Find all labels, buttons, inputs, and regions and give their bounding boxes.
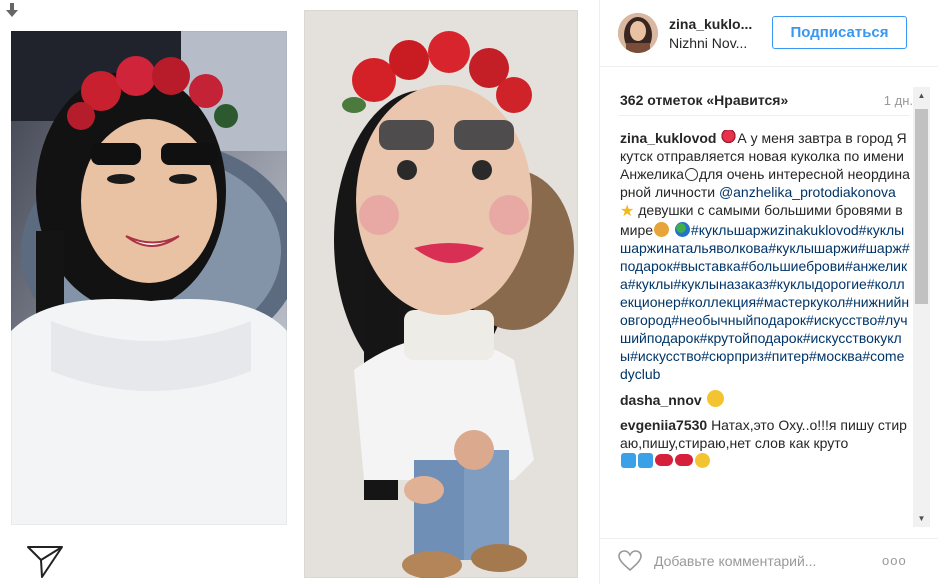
comment-item: dasha_nnov (620, 390, 910, 409)
crying-emoji-icon (638, 453, 653, 468)
comments-list: zina_kuklovod А у меня завтра в город Як… (620, 129, 910, 525)
grin-emoji-icon (695, 453, 710, 468)
scroll-up-icon[interactable]: ▲ (913, 87, 930, 104)
follow-button[interactable]: Подписаться (772, 16, 907, 49)
post-footer: ооо (600, 538, 938, 584)
add-comment-input[interactable] (654, 551, 854, 571)
heart-icon[interactable] (618, 550, 642, 572)
comment-username[interactable]: evgeniia7530 (620, 417, 707, 433)
crying-emoji-icon (621, 453, 636, 468)
divider (618, 115, 910, 116)
likes-count[interactable]: 362 отметок «Нравится» (620, 92, 788, 108)
comment-item: evgeniia7530 Натах,это Оху..о!!!я пишу с… (620, 416, 910, 470)
caption-comment: zina_kuklovod А у меня завтра в город Як… (620, 129, 910, 383)
post-location[interactable]: Nizhni Nov... (669, 35, 747, 51)
smile-emoji-icon (684, 168, 698, 181)
post-header: zina_kuklo... Nizhni Nov... Подписаться (600, 0, 938, 67)
post-photo-area (0, 0, 599, 584)
caption-hashtags[interactable]: #кукльшаржиzinakuklovod#куклышаржинаталь… (620, 222, 910, 382)
scroll-down-icon[interactable]: ▼ (913, 510, 930, 527)
post-sidebar: zina_kuklo... Nizhni Nov... Подписаться … (599, 0, 938, 584)
download-arrow-icon[interactable] (6, 3, 18, 19)
globe-emoji-icon (674, 222, 690, 237)
surprised-emoji-icon (706, 390, 724, 407)
rose-emoji-icon (721, 130, 737, 145)
post-time[interactable]: 1 дн. (884, 93, 913, 108)
post-photo-left (11, 31, 287, 525)
caption-mention[interactable]: @anzhelika_protodiakonova (719, 184, 896, 200)
post-username[interactable]: zina_kuklo... (669, 16, 759, 32)
avatar[interactable] (618, 13, 658, 53)
comments-scrollbar[interactable]: ▲ ▼ (913, 87, 930, 527)
post-photo-right (304, 10, 578, 578)
scrollbar-thumb[interactable] (915, 109, 928, 304)
lips-emoji-icon (675, 454, 693, 466)
face-emoji-icon (654, 222, 670, 237)
comment-username[interactable]: dasha_nnov (620, 392, 702, 408)
lips-emoji-icon (655, 454, 673, 466)
comment-username[interactable]: zina_kuklovod (620, 130, 716, 146)
paper-plane-icon[interactable] (26, 545, 64, 579)
more-options-icon[interactable]: ооо (882, 553, 912, 569)
likes-row: 362 отметок «Нравится» 1 дн. (620, 92, 913, 112)
star-emoji-icon: ★ (620, 203, 635, 220)
